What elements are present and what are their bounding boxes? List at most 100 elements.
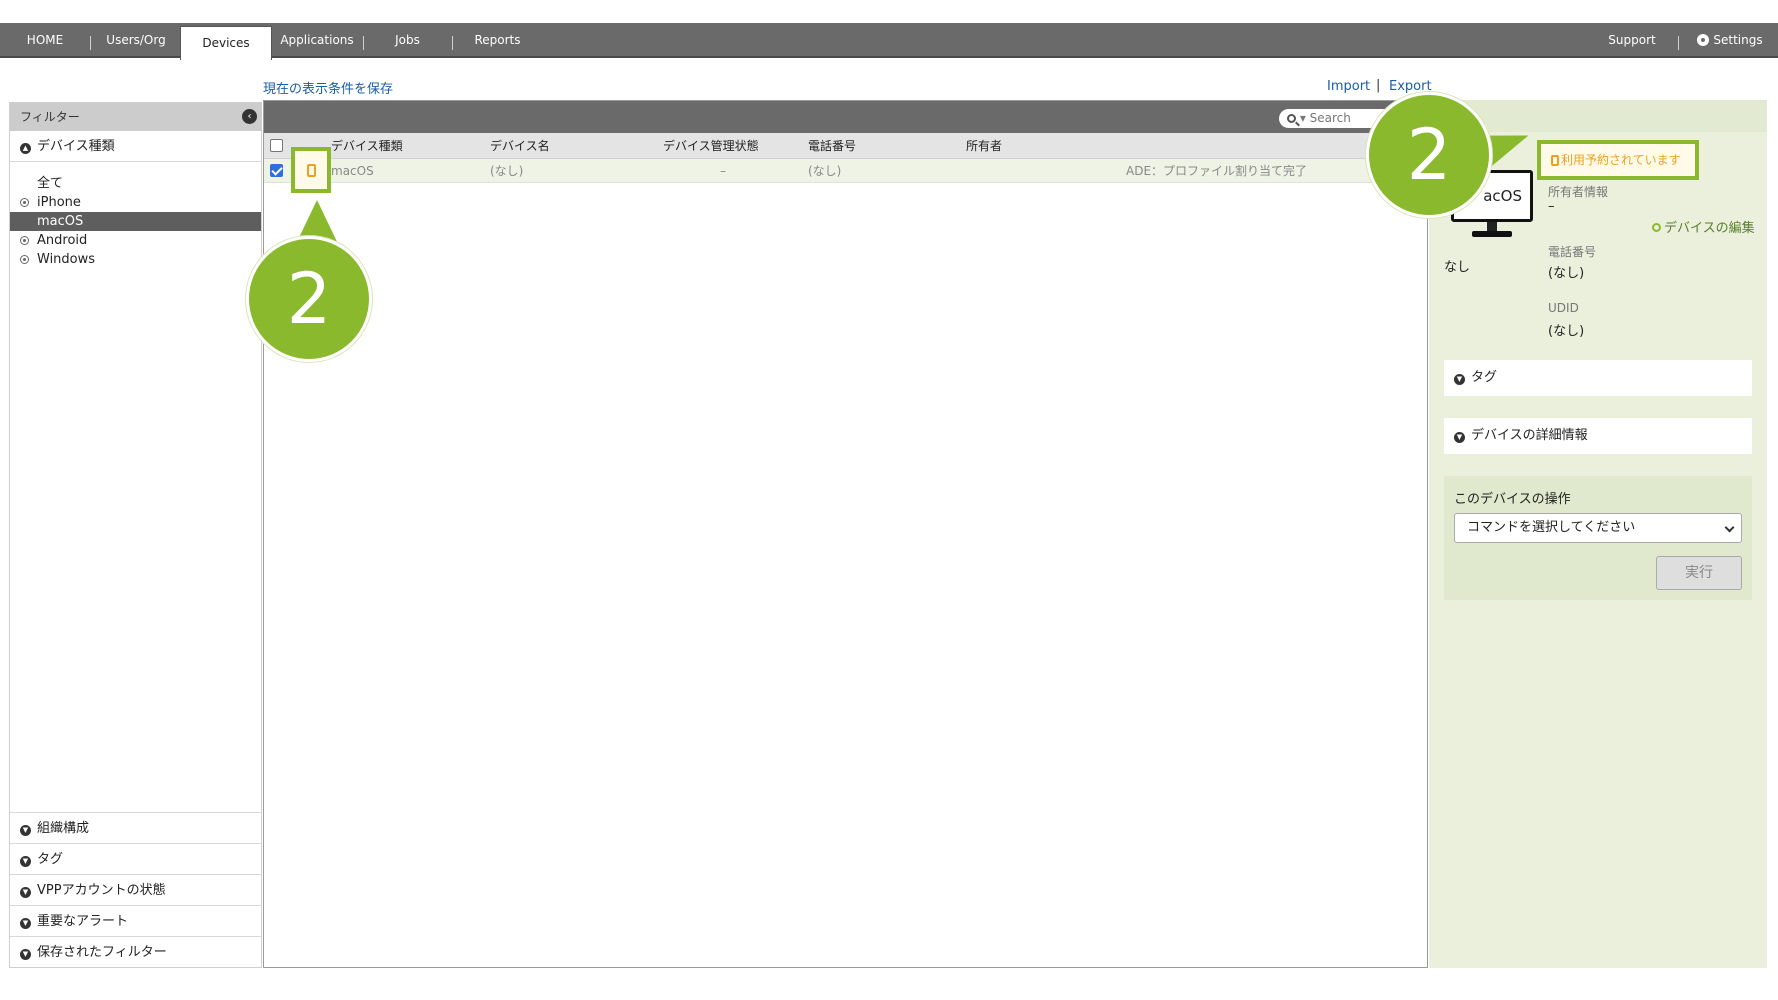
section-saved-filters[interactable]: ▼ 保存されたフィルター (10, 936, 261, 967)
device-details-section[interactable]: ▼ デバイスの詳細情報 (1444, 418, 1752, 454)
command-select[interactable]: コマンドを選択してください (1454, 513, 1742, 543)
search-placeholder: Search (1309, 111, 1351, 125)
nav-separator (452, 36, 453, 50)
section-org-structure[interactable]: ▼ 組織構成 (10, 812, 261, 843)
reserved-badge: 利用予約されています (1537, 140, 1699, 180)
callout-step-2-left: 2 (246, 236, 372, 362)
filter-label: macOS (37, 214, 84, 229)
tab-jobs[interactable]: Jobs (370, 23, 445, 58)
section-label: 組織構成 (37, 821, 90, 836)
chevron-down-icon: ▼ (20, 856, 31, 867)
import-link[interactable]: Import (1327, 79, 1370, 94)
cell-device-name: (なし) (490, 164, 524, 178)
row-checkbox[interactable] (270, 164, 283, 177)
edit-label: デバイスの編集 (1664, 221, 1755, 236)
nav-separator (1678, 36, 1679, 50)
search-icon (1287, 114, 1296, 123)
section-label: 重要なアラート (37, 914, 129, 929)
cell-ade-note: ADE：プロファイル割り当て完了 (1126, 164, 1308, 178)
filter-label: 全て (37, 176, 64, 191)
section-vpp-status[interactable]: ▼ VPPアカウントの状態 (10, 874, 261, 905)
section-label: タグ (1471, 370, 1498, 385)
tab-applications[interactable]: Applications (276, 23, 358, 58)
edit-icon (1652, 223, 1661, 232)
chevron-down-icon: ▼ (20, 918, 31, 929)
tab-reports[interactable]: Reports (460, 23, 535, 58)
udid-value: (なし) (1548, 324, 1585, 339)
device-list-panel: ▾ Search デバイス種類 デバイス名 デバイス管理状態 電話番号 所有者 … (263, 100, 1428, 968)
radio-icon (20, 198, 29, 207)
filter-label: Android (37, 233, 88, 248)
sidebar-title: フィルター (20, 110, 80, 124)
chevron-up-icon: ▲ (20, 143, 31, 154)
cell-phone: (なし) (808, 164, 842, 178)
chevron-down-icon: ▼ (20, 825, 31, 836)
chevron-down-icon: ▼ (20, 887, 31, 898)
cell-management-status: – (720, 164, 726, 178)
chevron-down-icon: ▼ (20, 949, 31, 960)
filter-item-all[interactable]: 全て (10, 174, 261, 193)
owner-label: 所有者情報 (1548, 185, 1609, 199)
section-label: デバイス種類 (37, 139, 115, 154)
callout-step-2-right: 2 (1366, 92, 1492, 218)
gear-icon (1697, 34, 1710, 46)
select-all-checkbox[interactable] (270, 139, 283, 152)
app-root: HOME Users/Org Devices Applications Jobs… (0, 0, 1778, 1000)
tab-home[interactable]: HOME (10, 23, 80, 58)
list-toolbar: ▾ Search (264, 101, 1427, 133)
device-type-section[interactable]: ▲ デバイス種類 (10, 131, 261, 162)
settings-link[interactable]: Settings (1688, 23, 1772, 58)
chevron-down-icon (1724, 522, 1735, 533)
column-device-type[interactable]: デバイス種類 (331, 133, 403, 159)
sidebar-header: フィルター ‹ (10, 103, 261, 131)
nav-separator (363, 36, 364, 50)
section-tags[interactable]: ▼ タグ (10, 843, 261, 874)
tab-devices[interactable]: Devices (180, 26, 272, 60)
table-row[interactable]: macOS (なし) – (なし) ADE：プロファイル割り当て完了 (264, 147, 1427, 193)
monitor-base (1472, 231, 1512, 237)
support-link[interactable]: Support (1592, 23, 1672, 58)
chevron-left-icon[interactable]: ‹ (242, 109, 257, 124)
top-nav: HOME Users/Org Devices Applications Jobs… (0, 23, 1778, 60)
ops-title: このデバイスの操作 (1454, 492, 1571, 507)
monitor-label: acOS (1483, 187, 1522, 205)
filter-label: Windows (37, 252, 96, 267)
owner-value: – (1548, 199, 1555, 214)
phone-label: 電話番号 (1548, 245, 1597, 259)
toolbar-separator: | (1376, 78, 1381, 93)
section-critical-alerts[interactable]: ▼ 重要なアラート (10, 905, 261, 936)
settings-label: Settings (1713, 33, 1763, 47)
filter-item-android[interactable]: Android (10, 231, 261, 250)
column-management-status[interactable]: デバイス管理状態 (663, 133, 759, 159)
execute-button[interactable]: 実行 (1656, 556, 1742, 590)
cell-device-type: macOS (331, 164, 374, 178)
chevron-down-icon: ▼ (1454, 432, 1465, 443)
edit-device-link[interactable]: デバイスの編集 (1652, 217, 1755, 236)
table-header: デバイス種類 デバイス名 デバイス管理状態 電話番号 所有者 (264, 133, 1427, 159)
reserved-text: 利用予約されています (1561, 153, 1681, 167)
filter-item-iphone[interactable]: iPhone (10, 193, 261, 212)
filter-item-macos[interactable]: macOS (10, 212, 261, 231)
phone-icon (1551, 155, 1559, 166)
udid-label: UDID (1548, 301, 1579, 315)
sidebar-bottom-sections: ▼ 組織構成 ▼ タグ ▼ VPPアカウントの状態 ▼ 重要なアラート ▼ 保存されたフィ… (10, 812, 261, 967)
filter-sidebar: フィルター ‹ ▲ デバイス種類 全て iPhone macOS Android … (9, 102, 262, 968)
save-view-link[interactable]: 現在の表示条件を保存 (263, 78, 393, 97)
device-name-value: なし (1444, 260, 1471, 275)
tag-section[interactable]: ▼ タグ (1444, 360, 1752, 396)
tab-users-org[interactable]: Users/Org (96, 23, 176, 58)
column-device-name[interactable]: デバイス名 (490, 133, 550, 159)
column-owner[interactable]: 所有者 (966, 133, 1002, 159)
section-label: 保存されたフィルター (37, 945, 167, 960)
section-label: デバイスの詳細情報 (1471, 428, 1588, 443)
command-select-value: コマンドを選択してください (1467, 520, 1636, 535)
nav-separator (90, 36, 91, 50)
section-label: VPPアカウントの状態 (37, 883, 166, 898)
phone-value: (なし) (1548, 266, 1585, 281)
filter-item-windows[interactable]: Windows (10, 250, 261, 269)
device-detail-panel: acOS 利用予約されています 所有者情報 – デバイスの編集 なし 電話番号 … (1429, 100, 1767, 968)
filter-label: iPhone (37, 195, 81, 210)
radio-icon (20, 236, 29, 245)
column-phone[interactable]: 電話番号 (808, 133, 856, 159)
section-label: タグ (37, 852, 64, 867)
